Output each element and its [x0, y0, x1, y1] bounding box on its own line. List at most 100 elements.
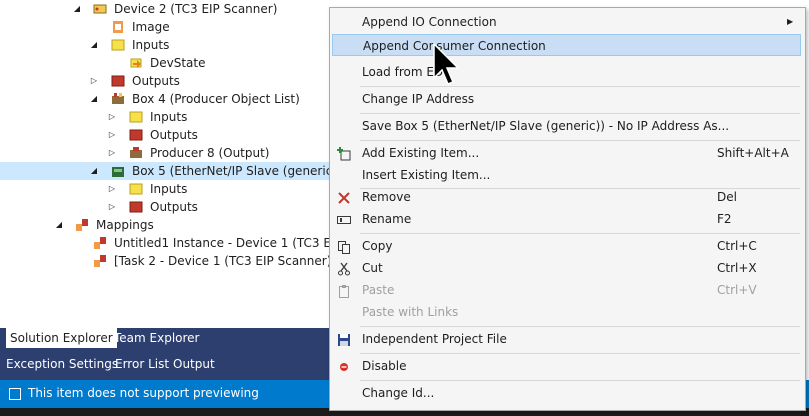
collapse-arrow-icon[interactable]: ▷: [107, 108, 117, 126]
mouse-cursor-icon: [432, 42, 462, 90]
menu-item-shortcut: Ctrl+V: [717, 283, 757, 297]
copy-icon: [337, 239, 351, 254]
menu-item-change-id[interactable]: Change Id...: [332, 382, 801, 404]
menu-item-load-from-eds[interactable]: Load from ED: [332, 61, 801, 83]
menu-item-append-io-connection[interactable]: Append IO Connection ▶: [332, 11, 801, 33]
inputs-folder-icon: [129, 110, 143, 124]
menu-item-label: Cut: [362, 261, 383, 275]
tree-label: Inputs: [150, 182, 188, 196]
tree-row-outputs[interactable]: ▷ Outputs: [0, 198, 330, 216]
menu-item-paste-with-links[interactable]: Paste with Links: [332, 301, 801, 323]
explorer-tab-bar: Solution Explorer Team Explorer: [0, 328, 330, 348]
tree-label: Image: [132, 20, 170, 34]
tree-label: [Task 2 - Device 1 (TC3 EIP Scanner)]: [114, 254, 330, 268]
menu-item-append-consumer-connection[interactable]: Append Consumer Connection: [332, 34, 801, 56]
tree-label: Outputs: [150, 200, 198, 214]
tab-team-explorer[interactable]: Team Explorer: [110, 328, 204, 348]
tree-row-inputs[interactable]: ◢ Inputs: [0, 36, 330, 54]
solution-explorer-tree: ◢ Device 2 (TC3 EIP Scanner) Image ◢ Inp…: [0, 0, 330, 328]
mapping-icon: [93, 254, 107, 268]
cut-icon: [337, 261, 351, 276]
menu-item-copy[interactable]: Copy Ctrl+C: [332, 235, 801, 257]
menu-item-label: Add Existing Item...: [362, 146, 480, 160]
menu-item-shortcut: Shift+Alt+A: [717, 146, 789, 160]
menu-item-label: Copy: [362, 239, 393, 253]
menu-separator: [360, 326, 800, 327]
expand-arrow-icon[interactable]: ◢: [72, 0, 82, 18]
tree-row-mapping-task-2[interactable]: [Task 2 - Device 1 (TC3 EIP Scanner)]: [0, 252, 330, 270]
menu-item-shortcut: Ctrl+C: [717, 239, 757, 253]
collapse-arrow-icon[interactable]: ▷: [107, 126, 117, 144]
menu-separator: [360, 113, 800, 114]
tool-window-tab-bar: Exception Settings Error List Output: [0, 348, 330, 380]
menu-separator: [360, 380, 800, 381]
variable-icon: [129, 56, 143, 70]
tree-row-box-4[interactable]: ◢ Box 4 (Producer Object List): [0, 90, 330, 108]
tree-label: Mappings: [96, 218, 154, 232]
collapse-arrow-icon[interactable]: ▷: [89, 72, 99, 90]
menu-separator: [360, 233, 800, 234]
outputs-folder-icon: [129, 128, 143, 142]
tree-row-outputs[interactable]: ▷ Outputs: [0, 72, 330, 90]
tree-label: Device 2 (TC3 EIP Scanner): [114, 2, 278, 16]
menu-item-paste[interactable]: Paste Ctrl+V: [332, 279, 801, 301]
collapse-arrow-icon[interactable]: ▷: [107, 198, 117, 216]
tree-label: Outputs: [132, 74, 180, 88]
expand-arrow-icon[interactable]: ◢: [89, 162, 99, 180]
menu-item-change-ip-address[interactable]: Change IP Address: [332, 88, 801, 110]
menu-item-label: Paste with Links: [362, 305, 459, 319]
menu-item-rename[interactable]: Rename F2: [332, 208, 801, 230]
tree-row-image[interactable]: Image: [0, 18, 330, 36]
tree-row-devstate[interactable]: DevState: [0, 54, 330, 72]
tree-label: Box 4 (Producer Object List): [132, 92, 300, 106]
menu-item-label: Change IP Address: [362, 92, 475, 106]
tree-row-mapping-untitled1[interactable]: Untitled1 Instance - Device 1 (TC3 EIP S…: [0, 234, 330, 252]
expand-arrow-icon[interactable]: ◢: [54, 216, 64, 234]
tree-row-inputs[interactable]: ▷ Inputs: [0, 108, 330, 126]
tree-row-outputs[interactable]: ▷ Outputs: [0, 126, 330, 144]
tab-exception-settings[interactable]: Exception Settings: [2, 354, 122, 374]
tree-label: Box 5 (EtherNet/IP Slave (generic)) - I: [132, 164, 330, 178]
menu-item-label: Change Id...: [362, 386, 435, 400]
tree-row-device-2[interactable]: ◢ Device 2 (TC3 EIP Scanner): [0, 0, 330, 18]
tree-row-box-5[interactable]: ◢ Box 5 (EtherNet/IP Slave (generic)) - …: [0, 162, 330, 180]
menu-item-disable[interactable]: Disable: [332, 355, 801, 377]
menu-item-save-box-as[interactable]: Save Box 5 (EtherNet/IP Slave (generic))…: [332, 115, 801, 137]
menu-item-label: Save Box 5 (EtherNet/IP Slave (generic))…: [362, 119, 730, 133]
tab-error-list[interactable]: Error List: [111, 354, 173, 374]
preview-checkbox-icon[interactable]: [9, 388, 21, 400]
tree-row-mappings[interactable]: ◢ Mappings: [0, 216, 330, 234]
mappings-icon: [75, 218, 89, 232]
remove-icon: [337, 190, 351, 204]
tree-row-inputs[interactable]: ▷ Inputs: [0, 180, 330, 198]
paste-icon: [337, 283, 351, 298]
rename-icon: [337, 212, 351, 226]
menu-item-label: Append IO Connection: [362, 15, 497, 29]
outputs-folder-icon: [129, 200, 143, 214]
menu-item-remove[interactable]: Remove Del: [332, 186, 801, 208]
menu-item-add-existing-item[interactable]: Add Existing Item... Shift+Alt+A: [332, 142, 801, 164]
menu-item-shortcut: Ctrl+X: [717, 261, 757, 275]
image-icon: [111, 20, 125, 34]
tab-output[interactable]: Output: [169, 354, 219, 374]
collapse-arrow-icon[interactable]: ▷: [107, 180, 117, 198]
menu-item-shortcut: F2: [717, 212, 732, 226]
tree-label: Inputs: [132, 38, 170, 52]
device-icon: [93, 2, 107, 16]
tree-label: Untitled1 Instance - Device 1 (TC3 EIP S…: [114, 236, 330, 250]
menu-item-label: Rename: [362, 212, 412, 226]
menu-item-label: Paste: [362, 283, 395, 297]
add-existing-icon: [337, 146, 351, 161]
menu-item-cut[interactable]: Cut Ctrl+X: [332, 257, 801, 279]
menu-item-shortcut: Del: [717, 190, 737, 204]
tab-solution-explorer[interactable]: Solution Explorer: [6, 328, 117, 348]
box-icon: [111, 92, 125, 106]
expand-arrow-icon[interactable]: ◢: [89, 36, 99, 54]
menu-item-independent-project-file[interactable]: Independent Project File: [332, 328, 801, 350]
menu-item-insert-existing-item[interactable]: Insert Existing Item...: [332, 164, 801, 186]
submenu-arrow-icon: ▶: [787, 17, 794, 26]
collapse-arrow-icon[interactable]: ▷: [107, 144, 117, 162]
ethernet-box-icon: [111, 164, 125, 178]
tree-row-producer-8[interactable]: ▷ Producer 8 (Output): [0, 144, 330, 162]
expand-arrow-icon[interactable]: ◢: [89, 90, 99, 108]
